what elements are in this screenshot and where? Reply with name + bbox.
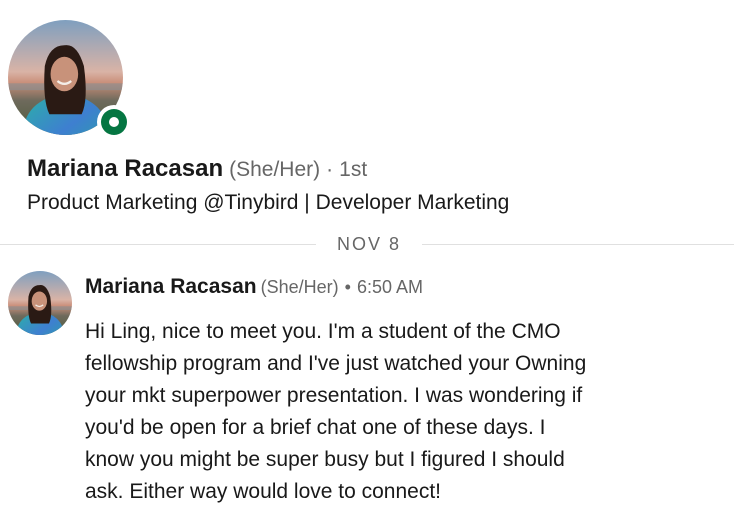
- message-line: ask. Either way would love to connect!: [85, 480, 442, 503]
- date-divider: NOV 8: [0, 233, 734, 255]
- connection-degree: 1st: [339, 158, 368, 181]
- degree-separator: ·: [326, 158, 334, 181]
- profile-name-line: Mariana Racasan (She/Her) · 1st: [27, 154, 367, 185]
- message-line: your mkt superpower presentation. I was …: [85, 384, 583, 407]
- message-sender-pronouns: (She/Her): [260, 277, 339, 297]
- sender-photo: [8, 271, 72, 335]
- online-status-icon: [97, 105, 131, 139]
- date-label: NOV 8: [336, 234, 402, 254]
- message-line: you'd be open for a brief chat one of th…: [85, 416, 546, 439]
- message-line: fellowship program and I've just watched…: [85, 352, 587, 375]
- message-timestamp: 6:50 AM: [356, 277, 423, 297]
- message-line: Hi Ling, nice to meet you. I'm a student…: [85, 320, 561, 343]
- divider-line-left: [0, 244, 316, 245]
- message-sender-name[interactable]: Mariana Racasan: [85, 275, 257, 298]
- message-body: Hi Ling, nice to meet you. I'm a student…: [85, 316, 685, 508]
- time-separator: •: [344, 277, 351, 297]
- divider-line-right: [422, 244, 734, 245]
- profile-avatar[interactable]: [8, 20, 131, 139]
- message-header: Mariana Racasan (She/Her) • 6:50 AM: [85, 273, 423, 303]
- message-sender-avatar[interactable]: [8, 271, 72, 335]
- message-line: know you might be super busy but I figur…: [85, 448, 565, 471]
- profile-headline: Product Marketing @Tinybird | Developer …: [27, 191, 510, 214]
- profile-pronouns: (She/Her): [229, 158, 321, 181]
- profile-name[interactable]: Mariana Racasan: [27, 155, 223, 182]
